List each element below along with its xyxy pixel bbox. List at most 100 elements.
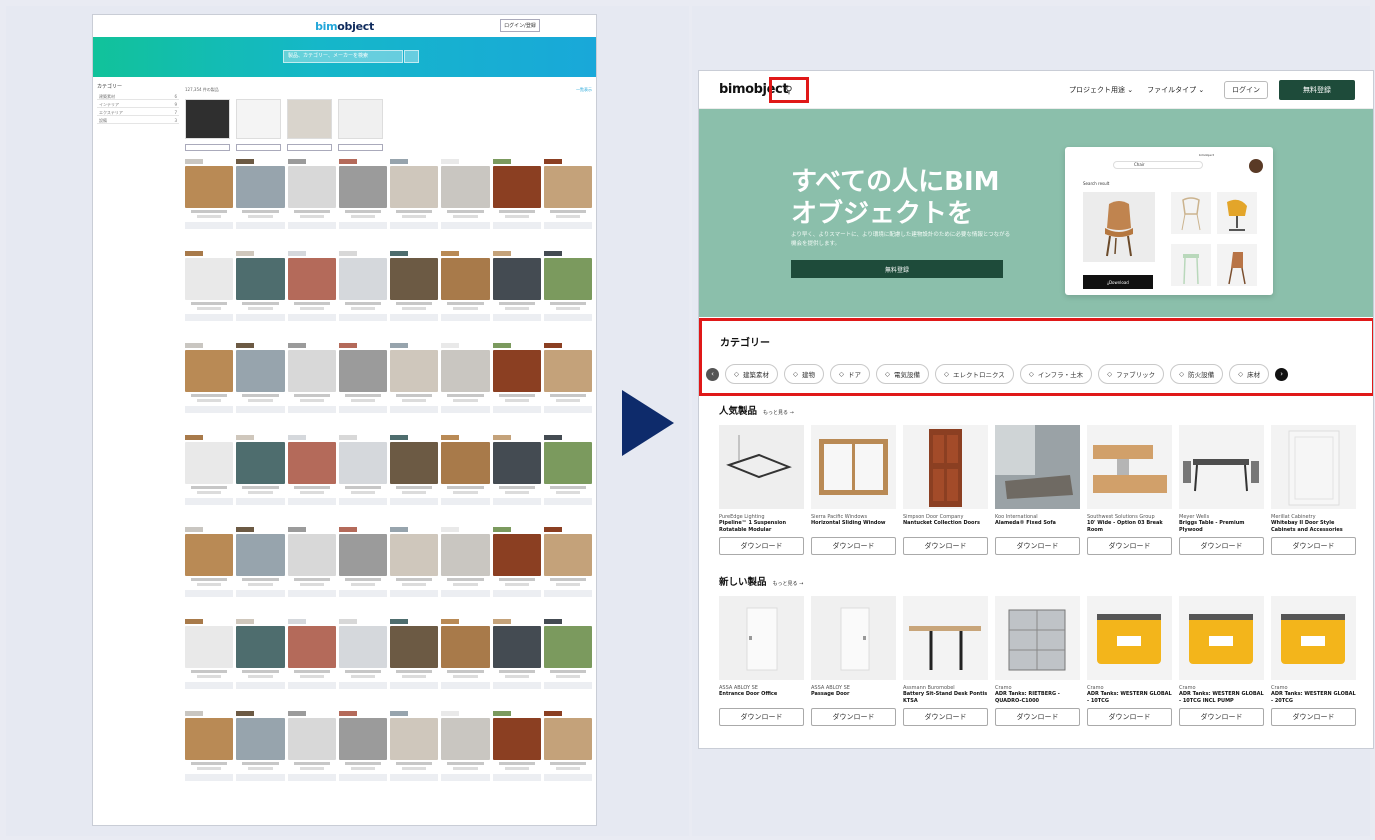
product-image[interactable]: [995, 425, 1080, 509]
old-product-card[interactable]: [441, 159, 490, 248]
old-product-action-bar[interactable]: [185, 682, 234, 689]
old-product-action-bar[interactable]: [236, 222, 285, 229]
product-card[interactable]: Cramo ADR Tanks: WESTERN GLOBAL - 20TCG ダウ…: [1271, 596, 1356, 726]
product-card[interactable]: Sierra Pacific Windows Horizontal Sliding…: [811, 425, 896, 555]
old-product-card[interactable]: [390, 343, 439, 432]
old-product-card[interactable]: [338, 435, 387, 524]
old-product-card[interactable]: [236, 343, 285, 432]
product-name[interactable]: 10' Wide - Option 03 Break Room: [1087, 520, 1172, 534]
product-name[interactable]: Passage Door: [811, 691, 896, 705]
old-product-action-bar[interactable]: [492, 682, 541, 689]
old-product-card[interactable]: [441, 619, 490, 708]
old-product-action-bar[interactable]: [287, 774, 336, 781]
old-product-card[interactable]: [492, 619, 541, 708]
old-product-card[interactable]: [390, 527, 439, 616]
search-icon[interactable]: ⚲: [785, 85, 792, 96]
nav-project-use[interactable]: プロジェクト用途 ⌄: [1069, 85, 1133, 95]
old-product-card[interactable]: [287, 527, 336, 616]
product-name[interactable]: Briggs Table - Premium Plywood: [1179, 520, 1264, 534]
download-button[interactable]: ダウンロード: [811, 708, 896, 726]
old-product-action-bar[interactable]: [543, 314, 592, 321]
old-product-card[interactable]: [287, 343, 336, 432]
download-button[interactable]: ダウンロード: [1087, 537, 1172, 555]
old-product-action-bar[interactable]: [338, 498, 387, 505]
nav-file-type[interactable]: ファイルタイプ ⌄: [1147, 85, 1204, 95]
old-product-card[interactable]: [543, 619, 592, 708]
download-button[interactable]: ダウンロード: [1271, 708, 1356, 726]
old-product-action-bar[interactable]: [236, 590, 285, 597]
old-product-action-bar[interactable]: [441, 222, 490, 229]
product-name[interactable]: Pipeline™ 1 Suspension Rotatable Modular: [719, 520, 804, 534]
download-button[interactable]: ダウンロード: [995, 537, 1080, 555]
product-card[interactable]: Southwest Solutions Group 10' Wide - Opti…: [1087, 425, 1172, 555]
product-image[interactable]: [811, 596, 896, 680]
old-product-card[interactable]: [236, 711, 285, 800]
old-product-card[interactable]: [390, 251, 439, 340]
old-featured-item[interactable]: [287, 99, 332, 151]
old-product-card[interactable]: [287, 251, 336, 340]
old-product-card[interactable]: [390, 619, 439, 708]
product-name[interactable]: Whitebay II Door Style Cabinets and Acce…: [1271, 520, 1356, 534]
old-search-input[interactable]: 製品、カテゴリー、メーカーを検索: [283, 50, 403, 63]
old-product-action-bar[interactable]: [287, 590, 336, 597]
old-featured-item[interactable]: [185, 99, 230, 151]
download-button[interactable]: ダウンロード: [1271, 537, 1356, 555]
old-product-action-bar[interactable]: [543, 682, 592, 689]
download-button[interactable]: ダウンロード: [903, 537, 988, 555]
old-product-card[interactable]: [185, 159, 234, 248]
old-product-card[interactable]: [185, 711, 234, 800]
old-product-action-bar[interactable]: [441, 498, 490, 505]
new-products-see-more-link[interactable]: もっと見る →: [773, 580, 804, 587]
download-button[interactable]: ダウンロード: [1179, 537, 1264, 555]
old-product-card[interactable]: [338, 159, 387, 248]
product-card[interactable]: Merillat Cabinetry Whitebay II Door Style…: [1271, 425, 1356, 555]
old-product-card[interactable]: [492, 527, 541, 616]
old-product-action-bar[interactable]: [492, 222, 541, 229]
login-button[interactable]: ログイン: [1224, 81, 1268, 99]
old-featured-button[interactable]: [287, 144, 332, 151]
old-product-card[interactable]: [543, 343, 592, 432]
old-product-card[interactable]: [543, 251, 592, 340]
old-product-action-bar[interactable]: [390, 406, 439, 413]
old-product-card[interactable]: [441, 343, 490, 432]
old-sidebar-row[interactable]: 建築素材 6: [97, 93, 179, 100]
product-name[interactable]: ADR Tanks: WESTERN GLOBAL - 10TCG INCL P…: [1179, 691, 1264, 705]
old-product-action-bar[interactable]: [441, 590, 490, 597]
old-product-card[interactable]: [338, 619, 387, 708]
product-card[interactable]: Cramo ADR Tanks: RIETBERG - QUADRO-C1000 ダ…: [995, 596, 1080, 726]
old-product-action-bar[interactable]: [441, 774, 490, 781]
old-product-action-bar[interactable]: [543, 406, 592, 413]
product-image[interactable]: [719, 425, 804, 509]
old-product-card[interactable]: [543, 159, 592, 248]
download-button[interactable]: ダウンロード: [1087, 708, 1172, 726]
download-button[interactable]: ダウンロード: [719, 708, 804, 726]
old-product-card[interactable]: [236, 159, 285, 248]
download-button[interactable]: ダウンロード: [1179, 708, 1264, 726]
old-product-card[interactable]: [492, 435, 541, 524]
old-product-action-bar[interactable]: [338, 314, 387, 321]
old-product-action-bar[interactable]: [236, 682, 285, 689]
old-product-action-bar[interactable]: [236, 406, 285, 413]
product-name[interactable]: Entrance Door Office: [719, 691, 804, 705]
old-product-action-bar[interactable]: [338, 682, 387, 689]
old-product-action-bar[interactable]: [390, 774, 439, 781]
old-product-action-bar[interactable]: [390, 314, 439, 321]
old-featured-button[interactable]: [185, 144, 230, 151]
product-image[interactable]: [903, 425, 988, 509]
search-icon-highlight[interactable]: ⚲: [769, 77, 809, 103]
old-featured-item[interactable]: [338, 99, 383, 151]
popular-see-more-link[interactable]: もっと見る →: [763, 409, 794, 416]
old-product-action-bar[interactable]: [287, 406, 336, 413]
old-product-card[interactable]: [390, 159, 439, 248]
old-product-action-bar[interactable]: [338, 222, 387, 229]
old-product-card[interactable]: [185, 251, 234, 340]
old-product-action-bar[interactable]: [185, 774, 234, 781]
category-chip[interactable]: ◇ 建築素材: [725, 364, 778, 384]
product-image[interactable]: [1087, 425, 1172, 509]
old-product-card[interactable]: [236, 619, 285, 708]
old-product-card[interactable]: [338, 251, 387, 340]
old-product-card[interactable]: [185, 435, 234, 524]
old-featured-button[interactable]: [236, 144, 281, 151]
product-name[interactable]: Alameda® Fixed Sofa: [995, 520, 1080, 534]
old-product-card[interactable]: [543, 527, 592, 616]
